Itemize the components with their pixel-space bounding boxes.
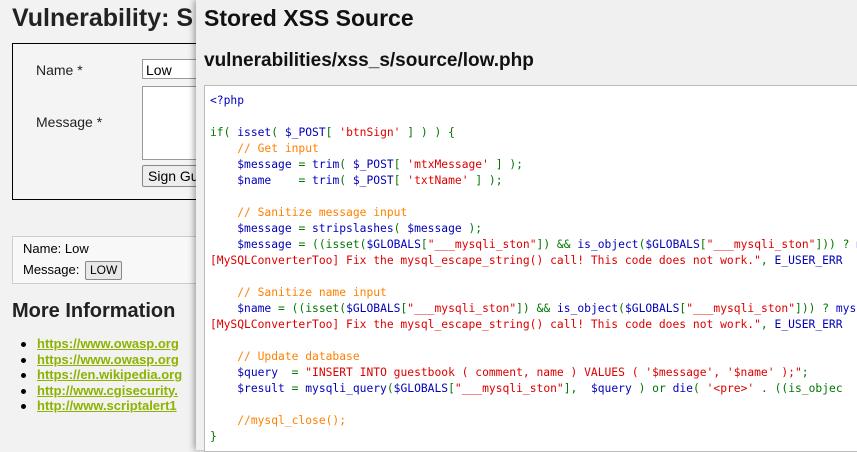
code-line: $result = mysqli_query($GLOBALS["___mysq… — [237, 382, 843, 395]
code-line: <?php — [210, 94, 245, 107]
entry-message-label: Message: — [23, 262, 80, 277]
message-label: Message * — [36, 114, 103, 130]
code-line: if( isset( $_POST[ 'btnSign' ] ) ) { — [210, 126, 455, 139]
bullet-icon — [21, 357, 26, 363]
entry-message-value-button[interactable]: LOW — [85, 261, 123, 280]
code-line: //mysql_close(); — [237, 414, 347, 427]
source-file-path: vulnerabilities/xss_s/source/low.php — [204, 50, 534, 71]
reference-link[interactable]: https://en.wikipedia.org — [37, 367, 182, 382]
code-line: $name = trim( $_POST[ 'txtName' ] ); — [237, 174, 503, 187]
reference-link[interactable]: https://www.owasp.org — [37, 352, 179, 367]
list-item: http://www.scriptalert1 — [21, 398, 182, 414]
code-line: $message = ((isset($GLOBALS["___mysqli_s… — [237, 238, 857, 251]
code-line: $name = ((isset($GLOBALS["___mysqli_ston… — [237, 302, 857, 315]
reference-link[interactable]: https://www.owasp.org — [37, 336, 179, 351]
source-viewer-window: Stored XSS Source vulnerabilities/xss_s/… — [196, 0, 857, 452]
name-label: Name * — [36, 62, 83, 78]
code-line: $message = stripslashes( $message ); — [237, 222, 483, 235]
source-window-title: Stored XSS Source — [204, 5, 414, 31]
code-line: $message = trim( $_POST[ 'mtxMessage' ] … — [237, 158, 523, 171]
list-item: https://www.owasp.org — [21, 336, 182, 352]
code-line: [MySQLConverterToo] Fix the mysql_escape… — [210, 254, 843, 267]
entry-message: Message: LOW — [23, 261, 123, 280]
code-line: // Sanitize message input — [237, 206, 408, 219]
entry-name: Name: Low — [23, 241, 89, 256]
bullet-icon — [21, 388, 26, 394]
source-code-box: <?php if( isset( $_POST[ 'btnSign' ] ) )… — [204, 85, 857, 452]
code-line: // Sanitize name input — [237, 286, 387, 299]
code-line: [MySQLConverterToo] Fix the mysql_escape… — [210, 318, 843, 331]
list-item: https://en.wikipedia.org — [21, 367, 182, 383]
code-line: } — [210, 430, 217, 443]
source-code: <?php if( isset( $_POST[ 'btnSign' ] ) )… — [205, 86, 857, 445]
list-item: https://www.owasp.org — [21, 352, 182, 368]
reference-links-list: https://www.owasp.org https://www.owasp.… — [21, 336, 182, 414]
more-information-heading: More Information — [12, 300, 176, 322]
reference-link[interactable]: http://www.cgisecurity. — [37, 383, 178, 398]
code-line: $query = "INSERT INTO guestbook ( commen… — [237, 366, 809, 379]
bullet-icon — [21, 404, 26, 409]
bullet-icon — [21, 342, 26, 347]
reference-link[interactable]: http://www.scriptalert1 — [37, 398, 177, 413]
page-title: Vulnerability: S — [12, 4, 194, 32]
bullet-icon — [21, 373, 26, 378]
list-item: http://www.cgisecurity. — [21, 383, 182, 399]
code-line: // Update database — [237, 350, 360, 363]
code-line: // Get input — [237, 142, 319, 155]
